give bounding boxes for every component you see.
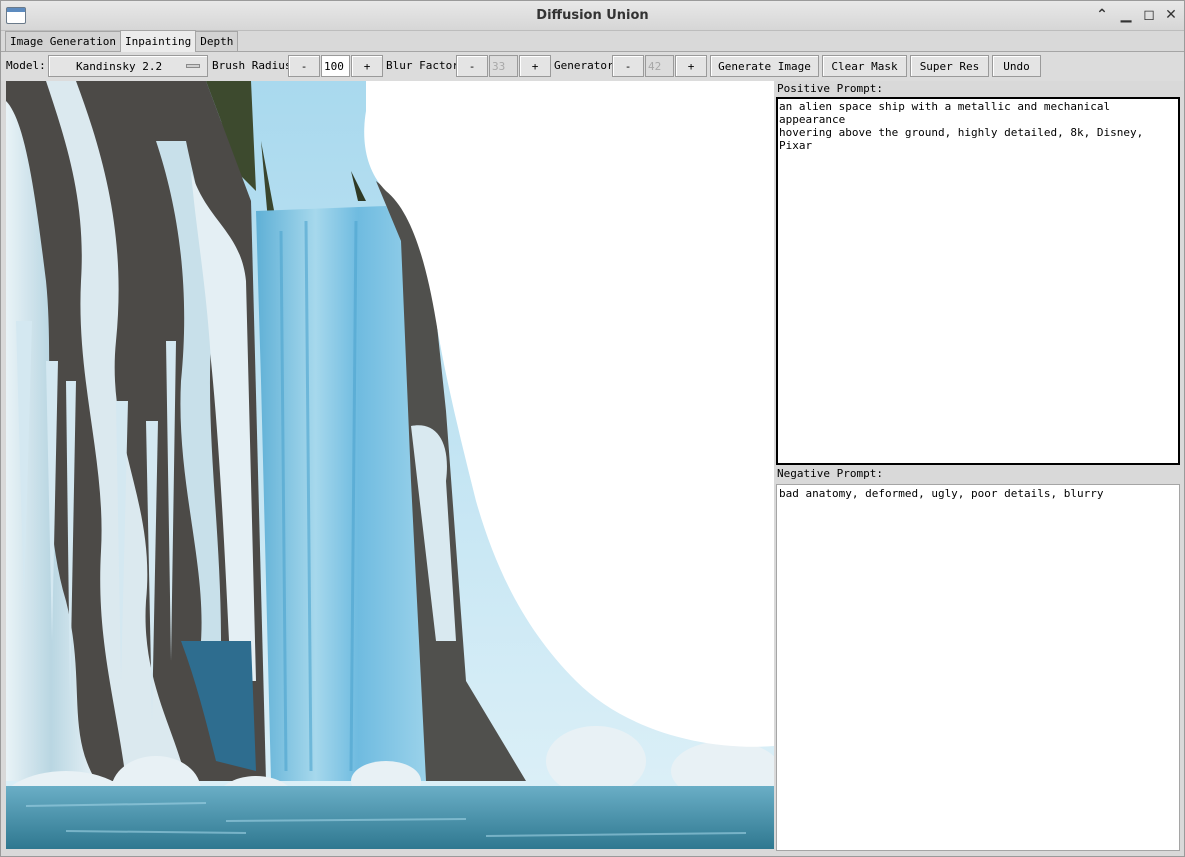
canvas-image <box>6 81 774 849</box>
positive-prompt-textarea[interactable]: an alien space ship with a metallic and … <box>776 97 1180 465</box>
brush-radius-input[interactable]: 100 <box>321 55 350 77</box>
model-select[interactable]: Kandinsky 2.2 <box>48 55 208 77</box>
brush-radius-increase-button[interactable]: + <box>351 55 383 77</box>
generator-label: Generator <box>554 59 614 72</box>
clear-mask-button[interactable]: Clear Mask <box>822 55 907 77</box>
generator-increase-button[interactable]: + <box>675 55 707 77</box>
brush-radius-decrease-button[interactable]: - <box>288 55 320 77</box>
shade-icon[interactable]: ⌃ <box>1093 6 1111 24</box>
brush-radius-label: Brush Radius <box>212 59 292 72</box>
blur-factor-input[interactable]: 33 <box>489 55 518 77</box>
close-icon[interactable]: ✕ <box>1162 6 1180 24</box>
super-res-button[interactable]: Super Res <box>910 55 989 77</box>
generator-decrease-button[interactable]: - <box>612 55 644 77</box>
blur-factor-increase-button[interactable]: + <box>519 55 551 77</box>
generate-image-button[interactable]: Generate Image <box>710 55 819 77</box>
generator-input[interactable]: 42 <box>645 55 674 77</box>
blur-factor-decrease-button[interactable]: - <box>456 55 488 77</box>
option-menu-indicator-icon <box>186 64 200 68</box>
tab-depth[interactable]: Depth <box>195 31 239 51</box>
negative-prompt-label: Negative Prompt: <box>777 467 883 480</box>
toolbar: Model: Kandinsky 2.2 Brush Radius - 100 … <box>1 51 1184 81</box>
blur-factor-label: Blur Factor <box>386 59 459 72</box>
positive-prompt-label: Positive Prompt: <box>777 82 883 95</box>
tab-bar: Image Generation Inpainting Depth <box>5 30 239 52</box>
app-window: Diffusion Union ⌃ ▁ ◻ ✕ Image Generation… <box>0 0 1185 857</box>
title-bar[interactable]: Diffusion Union ⌃ ▁ ◻ ✕ <box>1 1 1184 31</box>
maximize-icon[interactable]: ◻ <box>1140 6 1158 24</box>
negative-prompt-textarea[interactable]: bad anatomy, deformed, ugly, poor detail… <box>776 484 1180 851</box>
minimize-icon[interactable]: ▁ <box>1117 6 1135 24</box>
inpainting-canvas[interactable] <box>6 81 774 849</box>
tab-image-generation[interactable]: Image Generation <box>5 31 121 51</box>
undo-button[interactable]: Undo <box>992 55 1041 77</box>
window-title: Diffusion Union <box>536 8 649 23</box>
tab-inpainting[interactable]: Inpainting <box>119 30 197 52</box>
model-label: Model: <box>6 59 46 72</box>
model-select-value: Kandinsky 2.2 <box>76 60 163 73</box>
